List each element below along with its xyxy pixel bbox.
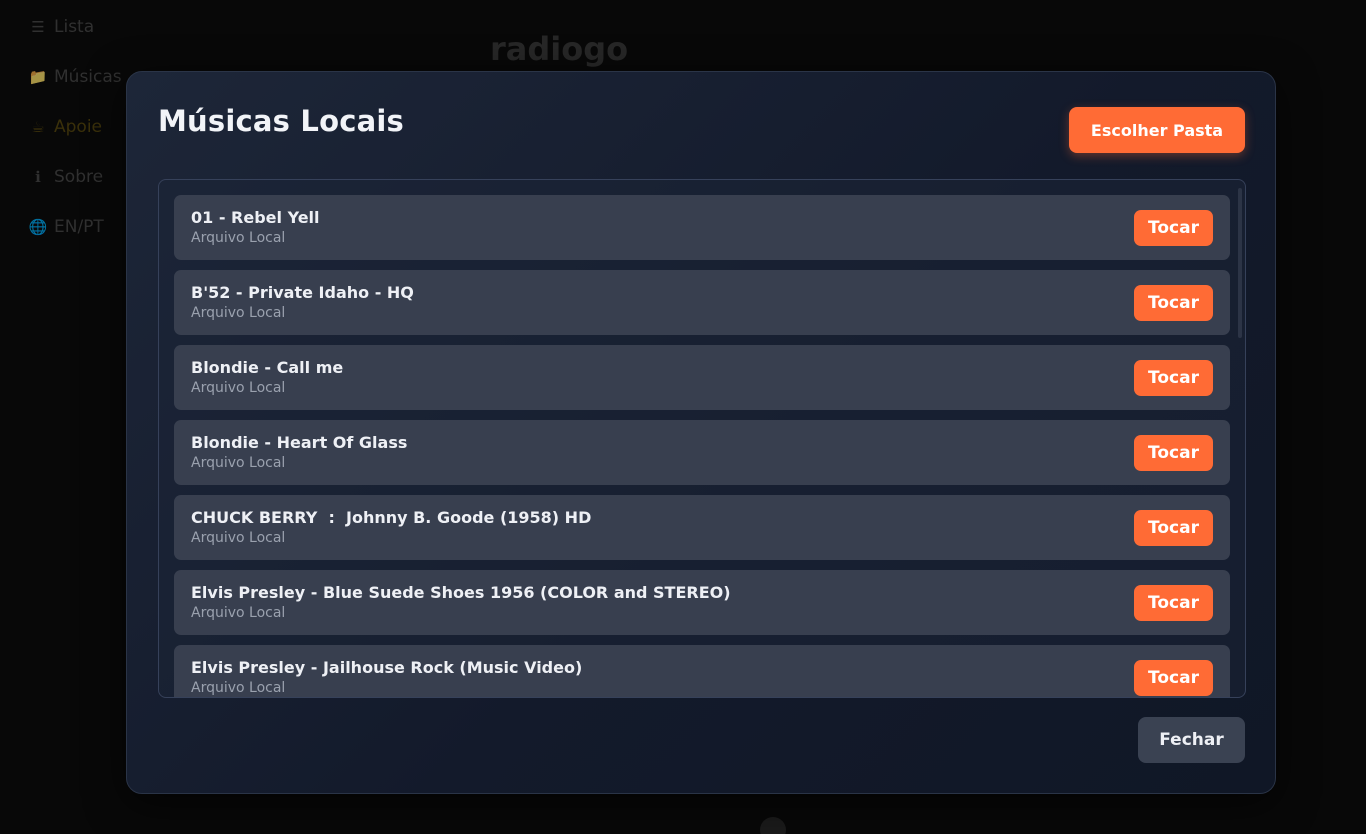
play-button[interactable]: Tocar xyxy=(1134,285,1213,321)
track-source: Arquivo Local xyxy=(191,230,286,246)
modal-title: Músicas Locais xyxy=(158,104,404,138)
track-title: B'52 - Private Idaho - HQ xyxy=(191,283,414,302)
track-row: CHUCK BERRY : Johnny B. Goode (1958) HD … xyxy=(174,495,1230,560)
play-button[interactable]: Tocar xyxy=(1134,210,1213,246)
track-source: Arquivo Local xyxy=(191,380,286,396)
track-source: Arquivo Local xyxy=(191,455,286,471)
play-button[interactable]: Tocar xyxy=(1134,660,1213,696)
track-title: Blondie - Call me xyxy=(191,358,344,377)
track-title: Elvis Presley - Jailhouse Rock (Music Vi… xyxy=(191,658,583,677)
choose-folder-button[interactable]: Escolher Pasta xyxy=(1069,107,1245,153)
local-music-modal: Músicas Locais Escolher Pasta 01 - Rebel… xyxy=(126,71,1276,794)
play-button[interactable]: Tocar xyxy=(1134,435,1213,471)
list-scrollbar[interactable] xyxy=(1238,188,1242,338)
track-title: Elvis Presley - Blue Suede Shoes 1956 (C… xyxy=(191,583,731,602)
track-row: Elvis Presley - Jailhouse Rock (Music Vi… xyxy=(174,645,1230,697)
track-title: 01 - Rebel Yell xyxy=(191,208,320,227)
track-source: Arquivo Local xyxy=(191,605,286,621)
play-button[interactable]: Tocar xyxy=(1134,360,1213,396)
track-row: Blondie - Heart Of Glass Arquivo Local T… xyxy=(174,420,1230,485)
play-button[interactable]: Tocar xyxy=(1134,585,1213,621)
track-list-scroll: 01 - Rebel Yell Arquivo Local Tocar B'52… xyxy=(174,195,1230,697)
track-row: B'52 - Private Idaho - HQ Arquivo Local … xyxy=(174,270,1230,335)
close-button[interactable]: Fechar xyxy=(1138,717,1245,763)
track-title: CHUCK BERRY : Johnny B. Goode (1958) HD xyxy=(191,508,592,527)
track-source: Arquivo Local xyxy=(191,680,286,696)
track-source: Arquivo Local xyxy=(191,530,286,546)
play-button[interactable]: Tocar xyxy=(1134,510,1213,546)
track-title: Blondie - Heart Of Glass xyxy=(191,433,408,452)
track-row: Blondie - Call me Arquivo Local Tocar xyxy=(174,345,1230,410)
track-row: Elvis Presley - Blue Suede Shoes 1956 (C… xyxy=(174,570,1230,635)
track-row: 01 - Rebel Yell Arquivo Local Tocar xyxy=(174,195,1230,260)
track-list[interactable]: 01 - Rebel Yell Arquivo Local Tocar B'52… xyxy=(158,179,1246,698)
track-source: Arquivo Local xyxy=(191,305,286,321)
